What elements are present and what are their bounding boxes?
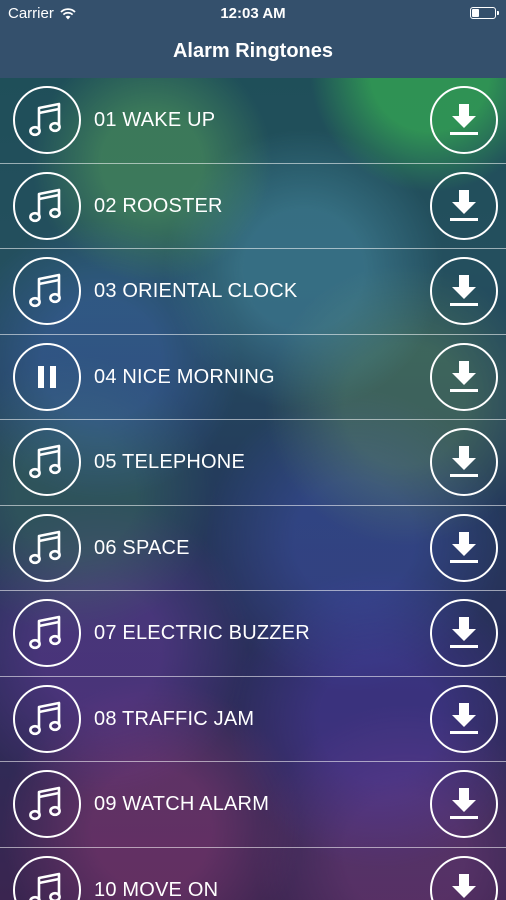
download-icon (447, 786, 481, 822)
play-button[interactable] (13, 86, 81, 154)
download-button[interactable] (430, 428, 498, 496)
battery-level (472, 9, 479, 17)
play-button[interactable] (13, 684, 81, 753)
pause-button[interactable] (13, 342, 81, 411)
ringtone-row[interactable]: 01 WAKE UP (0, 78, 506, 164)
play-button[interactable] (13, 599, 81, 667)
download-icon (447, 359, 481, 395)
ringtone-row[interactable]: 09 WATCH ALARM (0, 762, 506, 848)
battery-icon (470, 7, 499, 19)
music-note-icon (27, 528, 67, 568)
ringtone-row[interactable]: 10 MOVE ON (0, 848, 506, 900)
ringtone-title: 01 WAKE UP (94, 109, 216, 131)
ringtone-row[interactable]: 05 TELEPHONE (0, 420, 506, 506)
music-note-icon (27, 271, 67, 311)
ringtone-title: 10 MOVE ON (94, 878, 219, 900)
download-icon (447, 530, 481, 566)
ringtone-title: 04 NICE MORNING (94, 365, 275, 388)
status-bar: Carrier 12:03 AM (0, 0, 506, 26)
page-title: Alarm Ringtones (172, 40, 334, 62)
download-button[interactable] (430, 257, 498, 325)
play-button[interactable] (13, 770, 81, 838)
play-button[interactable] (13, 428, 81, 496)
play-button[interactable] (13, 855, 81, 900)
download-button[interactable] (430, 513, 498, 582)
ringtone-title: 08 TRAFFIC JAM (94, 707, 255, 730)
download-icon (447, 188, 481, 224)
download-icon (447, 872, 481, 900)
download-button[interactable] (430, 86, 498, 154)
play-button[interactable] (13, 171, 81, 240)
play-button[interactable] (13, 257, 81, 325)
download-button[interactable] (430, 684, 498, 753)
download-icon (447, 701, 481, 737)
ringtone-title: 02 ROOSTER (94, 194, 223, 217)
download-icon (447, 102, 481, 138)
download-button[interactable] (430, 599, 498, 667)
ringtone-row[interactable]: 02 ROOSTER (0, 164, 506, 249)
download-button[interactable] (430, 855, 498, 900)
ringtone-title: 05 TELEPHONE (94, 451, 245, 473)
music-note-icon (27, 100, 67, 140)
ringtone-title: 09 WATCH ALARM (94, 793, 270, 815)
music-note-icon (27, 699, 67, 739)
download-button[interactable] (430, 171, 498, 240)
download-button[interactable] (430, 342, 498, 411)
download-icon (447, 615, 481, 651)
ringtone-title: 06 SPACE (94, 536, 190, 559)
music-note-icon (27, 442, 67, 482)
pause-icon (32, 362, 62, 392)
ringtone-title: 03 ORIENTAL CLOCK (94, 280, 298, 302)
ringtone-title: 07 ELECTRIC BUZZER (94, 622, 310, 644)
music-note-icon (27, 186, 67, 226)
navigation-bar: Carrier 12:03 AM Alarm Ringtones (0, 0, 506, 78)
download-icon (447, 444, 481, 480)
ringtone-list: 01 WAKE UP 02 ROOSTER 03 ORIENTAL CLOCK 04 … (0, 78, 506, 900)
ringtone-row[interactable]: 06 SPACE (0, 506, 506, 591)
music-note-icon (27, 613, 67, 653)
ringtone-row[interactable]: 03 ORIENTAL CLOCK (0, 249, 506, 335)
play-button[interactable] (13, 513, 81, 582)
music-note-icon (27, 784, 67, 824)
ringtone-row[interactable]: 07 ELECTRIC BUZZER (0, 591, 506, 677)
status-time: 12:03 AM (220, 5, 286, 22)
music-note-icon (27, 870, 67, 900)
download-icon (447, 273, 481, 309)
download-button[interactable] (430, 770, 498, 838)
ringtone-row[interactable]: 08 TRAFFIC JAM (0, 677, 506, 762)
ringtone-row[interactable]: 04 NICE MORNING (0, 335, 506, 420)
